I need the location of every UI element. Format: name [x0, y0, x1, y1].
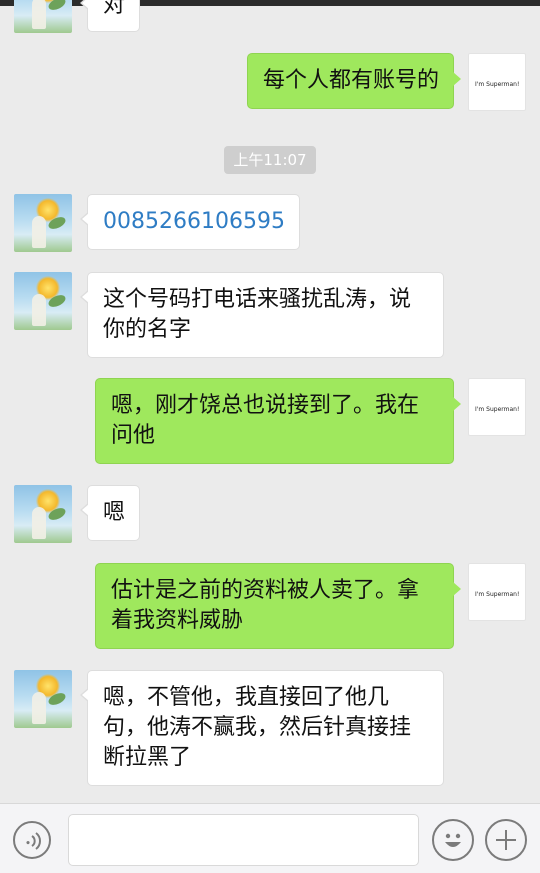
leaf-image [46, 0, 68, 13]
input-bar [0, 803, 540, 873]
contact-avatar[interactable] [14, 194, 72, 252]
figure-image [32, 0, 46, 29]
superman-logo-text: I'm Superman! [475, 81, 520, 88]
figure-image [32, 692, 46, 724]
message-text: 每个人都有账号的 [262, 68, 439, 93]
message-bubble-outgoing[interactable]: 嗯，刚才饶总也说接到了。我在问他 [95, 378, 461, 464]
message-bubble-incoming[interactable]: 嗯 [79, 485, 141, 541]
message-bubble-outgoing[interactable]: 估计是之前的资料被人卖了。拿着我资料威胁 [95, 563, 461, 649]
contact-avatar[interactable] [14, 0, 72, 33]
emoji-button[interactable] [432, 819, 474, 861]
plus-icon[interactable] [485, 819, 527, 861]
message-text: 这个号码打电话来骚扰乱涛，说你的名字 [103, 287, 412, 342]
self-avatar[interactable]: I'm Superman! [468, 378, 526, 436]
message-bubble-incoming[interactable]: 0085266106595 [80, 194, 300, 250]
contact-avatar[interactable] [14, 670, 72, 728]
contact-avatar[interactable] [14, 485, 72, 543]
self-avatar[interactable]: I'm Superman! [468, 563, 526, 621]
message-input[interactable] [68, 814, 419, 866]
self-avatar[interactable]: I'm Superman! [468, 53, 526, 111]
superman-logo-text: I'm Superman! [475, 406, 520, 413]
superman-logo-text: I'm Superman! [475, 591, 520, 598]
message-bubble-incoming[interactable]: 对 [79, 0, 141, 32]
message-text: 嗯 [103, 500, 126, 525]
chat-screen: 对 每个人都有账号的 I'm Superman! 上午11:07 0085266… [0, 0, 540, 873]
message-bubble-incoming[interactable]: 这个号码打电话来骚扰乱涛，说你的名字 [80, 272, 444, 358]
message-bubble-incoming[interactable]: 嗯，不管他，我直接回了他几句，他涛不赢我，然后针真接挂断拉黑了 [80, 670, 444, 786]
figure-image [32, 216, 46, 248]
message-text: 嗯，不管他，我直接回了他几句，他涛不赢我，然后针真接挂断拉黑了 [103, 685, 412, 770]
chat-timestamp: 上午11:07 [224, 146, 316, 174]
voice-icon [26, 832, 41, 850]
emoji-icon [445, 833, 461, 847]
contact-avatar[interactable] [14, 272, 72, 330]
phone-number-link[interactable]: 0085266106595 [103, 209, 285, 234]
message-text: 对 [103, 0, 126, 18]
message-bubble-outgoing[interactable]: 每个人都有账号的 [246, 53, 462, 109]
message-text: 估计是之前的资料被人卖了。拿着我资料威胁 [111, 578, 420, 633]
figure-image [32, 507, 46, 539]
voice-button[interactable] [13, 821, 51, 859]
figure-image [32, 294, 46, 326]
message-text: 嗯，刚才饶总也说接到了。我在问他 [111, 393, 420, 448]
